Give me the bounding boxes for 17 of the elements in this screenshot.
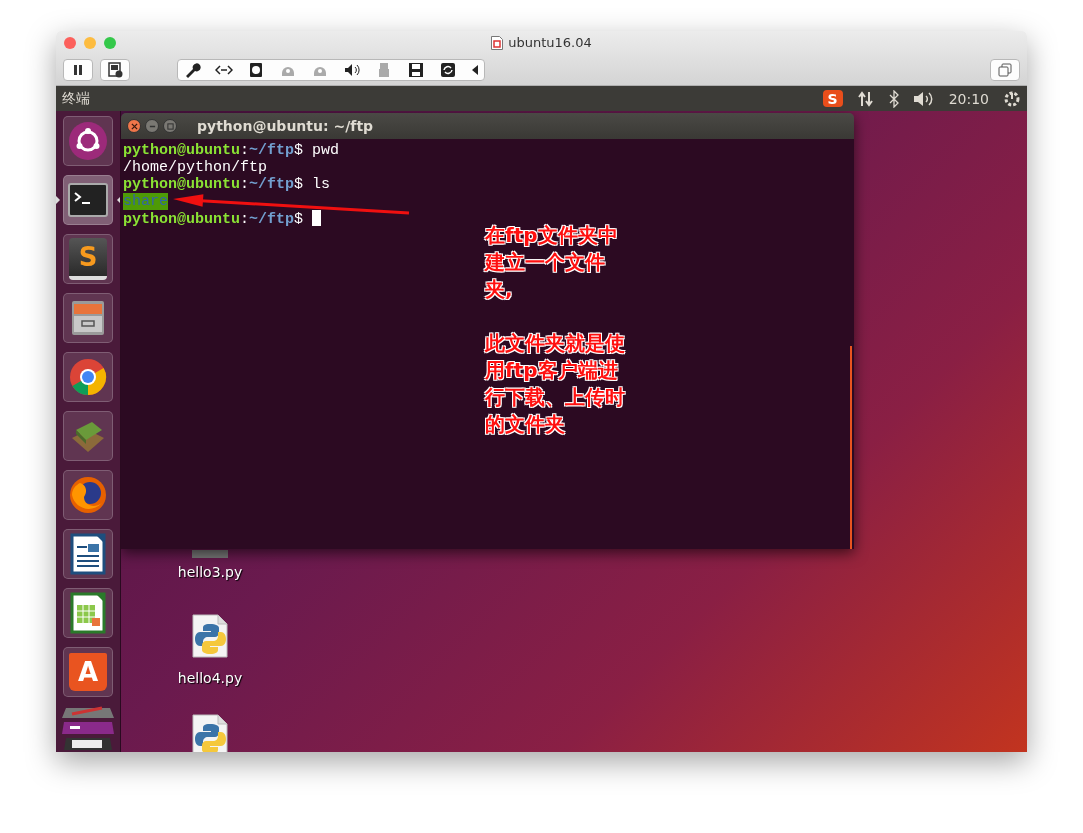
launcher-button[interactable]: A: [63, 647, 113, 697]
shopping-bag-icon: A: [69, 653, 107, 691]
terminal-title: python@ubuntu: ~/ftp: [197, 118, 374, 134]
app-name: 终端: [62, 89, 91, 108]
annotation: 在ftp文件夹中建立一个文件夹, 此文件夹就是使用ftp客户端进行下载、上传时的文件夹: [485, 222, 626, 438]
input-method-icon[interactable]: S: [822, 90, 843, 107]
clock[interactable]: 20:10: [948, 90, 989, 107]
prompt-line: python@ubuntu:~/ftp$: [123, 210, 322, 228]
file-label[interactable]: hello3.py: [177, 564, 243, 580]
output-line: /home/python/ftp: [123, 159, 268, 176]
launcher-button[interactable]: S: [63, 234, 113, 284]
text-editor-icon: S: [69, 238, 107, 280]
window-title: ubuntu16.04: [508, 35, 592, 50]
directory-name: share: [123, 193, 168, 210]
file-label[interactable]: hello4.py: [177, 670, 243, 686]
prompt-line: python@ubuntu:~/ftp$ ls: [123, 176, 331, 193]
prompt-line: python@ubuntu:~/ftp$ pwd: [123, 142, 340, 159]
